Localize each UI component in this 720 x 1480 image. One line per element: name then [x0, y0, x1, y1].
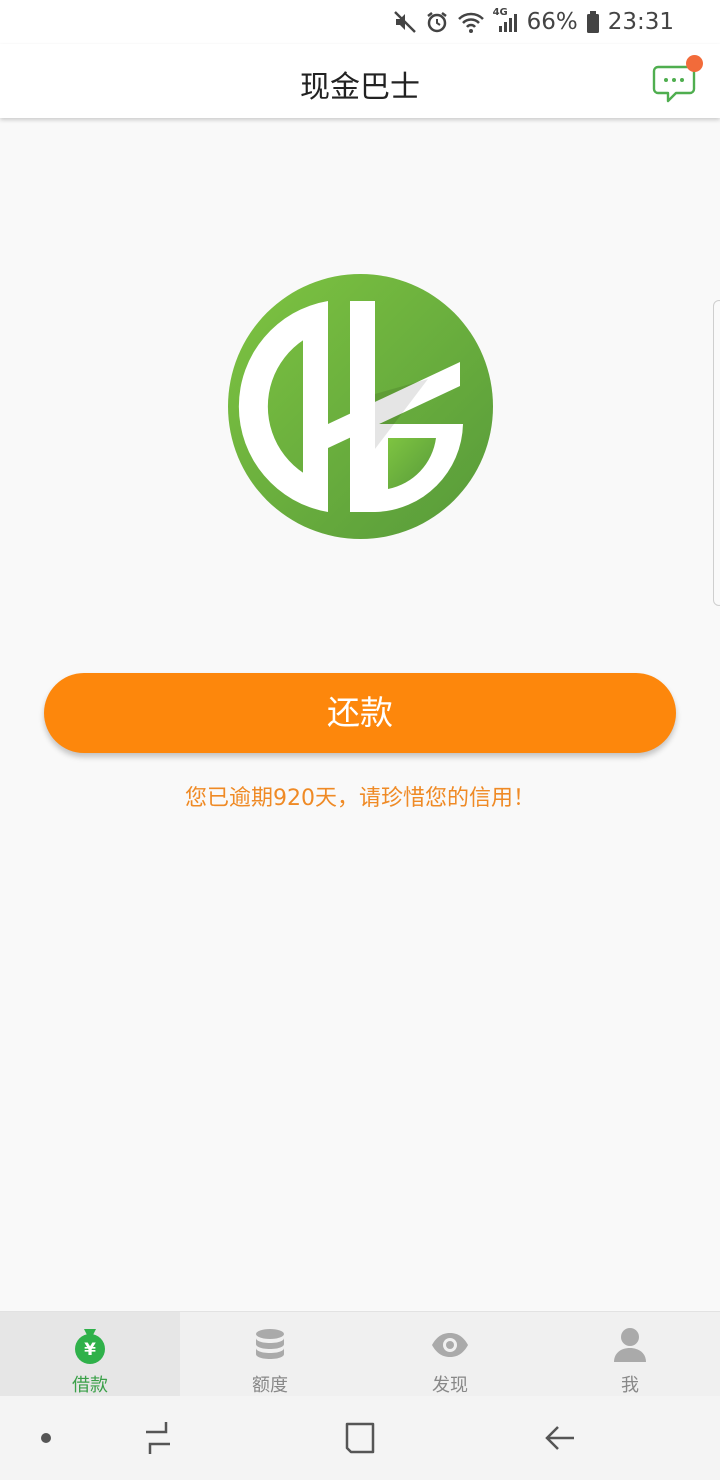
status-icons: 4G 66% 23:31	[393, 6, 674, 38]
battery-icon	[586, 11, 599, 33]
wifi-icon	[457, 12, 484, 33]
coin-stack-icon	[256, 1329, 284, 1359]
signal-4g-icon: 4G	[493, 7, 519, 34]
system-nav-bar	[0, 1396, 720, 1480]
nav-label: 借款	[72, 1375, 108, 1396]
mute-icon	[393, 11, 416, 33]
page-title: 现金巴士	[300, 70, 420, 105]
home-icon[interactable]	[338, 1416, 382, 1460]
money-bag-icon: ¥	[75, 1329, 105, 1364]
nav-label: 额度	[252, 1375, 288, 1396]
overdue-notice: 您已逾期920天，请珍惜您的信用！	[185, 786, 535, 811]
svg-text:¥: ¥	[84, 1340, 96, 1360]
brand-logo-icon	[228, 274, 493, 539]
app-header: 现金巴士	[0, 44, 720, 118]
unread-badge	[686, 55, 703, 72]
nav-label: 发现	[432, 1375, 468, 1396]
repay-button[interactable]: 还款	[44, 673, 676, 753]
dot-icon[interactable]	[24, 1416, 68, 1460]
nav-item-discover[interactable]: 发现	[360, 1312, 540, 1397]
recents-icon[interactable]	[136, 1416, 180, 1460]
nav-item-me[interactable]: 我	[540, 1312, 720, 1397]
app-logo	[228, 274, 493, 539]
battery-percent: 66%	[526, 9, 578, 35]
messages-button[interactable]	[650, 55, 703, 108]
edge-panel-handle[interactable]	[713, 300, 720, 606]
person-icon	[614, 1328, 646, 1362]
bottom-nav: ¥ 借款 额度 发现 我	[0, 1311, 720, 1397]
eye-icon	[432, 1333, 468, 1357]
alarm-icon	[426, 12, 447, 33]
clock: 23:31	[607, 9, 674, 35]
nav-label: 我	[621, 1375, 639, 1396]
nav-item-quota[interactable]: 额度	[180, 1312, 360, 1397]
nav-item-borrow[interactable]: ¥ 借款	[0, 1312, 180, 1397]
back-icon[interactable]	[538, 1416, 582, 1460]
status-bar: 4G 66% 23:31	[0, 0, 720, 44]
